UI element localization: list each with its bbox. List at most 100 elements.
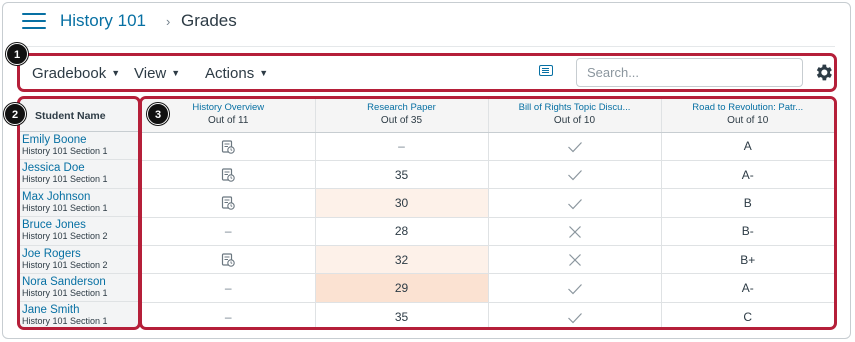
grades-grid: History Overview Out of 11 Research Paper O… [139,96,837,330]
grade-row: – 28 B- [142,217,834,247]
grade-row: – 29 A- [142,273,834,303]
student-row: Nora Sanderson History 101 Section 1 [20,274,138,303]
grade-cell[interactable]: – [315,132,489,161]
grade-value: A [743,139,752,154]
student-name-link[interactable]: Bruce Jones [22,219,138,231]
student-section-label: History 101 Section 1 [22,316,108,327]
grade-cell[interactable]: B+ [661,245,834,275]
grade-cell[interactable] [488,160,662,190]
grade-empty-dash: – [224,309,232,324]
student-name-link[interactable]: Nora Sanderson [22,276,138,288]
grade-cell[interactable]: 35 [315,160,489,190]
grade-cell[interactable]: B- [661,217,834,247]
breadcrumb-course-link[interactable]: History 101 [60,11,146,31]
grade-value: 35 [394,167,409,182]
grade-row: – A [142,132,834,161]
student-name-link[interactable]: Max Johnson [22,191,138,203]
hamburger-menu-icon[interactable] [22,13,46,31]
grade-empty-dash: – [224,224,232,239]
caret-down-icon: ▼ [259,68,269,78]
grade-empty-dash: – [398,139,405,154]
grade-empty-dash: – [224,281,232,296]
grade-cell[interactable] [488,217,662,247]
callout-badge: 2 [4,103,26,125]
grade-cell[interactable]: A [661,132,834,161]
keyboard-shortcuts-icon[interactable] [539,65,553,76]
assignment-column-header[interactable]: Road to Revolution: Patr... Out of 10 [661,99,835,133]
grade-cell[interactable]: 30 [315,188,489,218]
assignment-title-link[interactable]: Research Paper [316,101,488,114]
student-name-link[interactable]: Jessica Doe [22,162,138,174]
grade-cell[interactable] [488,302,662,327]
gradebook-menu-button[interactable]: Gradebook ▼ [32,65,120,82]
assignment-points-label: Out of 10 [553,115,596,126]
student-name-link[interactable]: Joe Rogers [22,248,138,260]
grade-cell[interactable] [488,273,662,303]
student-row: Joe Rogers History 101 Section 2 [20,246,138,274]
submitted-icon [222,196,236,211]
grade-row: – 35 C [142,302,834,327]
grade-cell[interactable]: 35 [315,302,489,327]
grade-value: 30 [394,195,409,210]
assignment-points-label: Out of 35 [380,115,423,126]
actions-menu-button[interactable]: Actions ▼ [205,65,268,82]
student-section-label: History 101 Section 2 [22,231,108,242]
grade-value: B+ [740,252,756,267]
grade-value: C [743,309,753,324]
grade-row: 35 A- [142,160,834,190]
student-row: Jessica Doe History 101 Section 1 [20,160,138,189]
grade-cell[interactable]: 28 [315,217,489,247]
grade-value: A- [741,281,754,296]
grade-cell[interactable] [488,132,662,161]
check-icon [567,284,582,295]
grade-cell[interactable]: A- [661,273,834,303]
grade-cell[interactable] [142,132,316,161]
callout-badge: 1 [6,43,28,65]
grade-cell[interactable] [142,160,316,190]
x-icon [568,254,581,267]
submitted-icon [222,140,236,154]
gradebook-toolbar: Gradebook ▼ View ▼ Actions ▼ [17,53,837,92]
grade-cell[interactable]: B [661,188,834,218]
grade-value: 28 [394,224,409,239]
callout-badge: 3 [147,103,169,125]
grade-cell[interactable]: C [661,302,834,327]
search-input[interactable] [576,58,803,87]
caret-down-icon: ▼ [171,68,181,78]
student-row: Max Johnson History 101 Section 1 [20,189,138,218]
student-name-link[interactable]: Jane Smith [22,304,138,316]
grade-cell[interactable] [488,188,662,218]
assignment-column-header[interactable]: Research Paper Out of 35 [315,99,489,133]
grade-cell[interactable]: – [142,273,316,303]
grade-cell[interactable]: A- [661,160,834,190]
student-name-link[interactable]: Emily Boone [22,134,138,146]
grade-cell[interactable] [142,245,316,275]
grade-cell[interactable]: 29 [315,273,489,303]
assignment-title-link[interactable]: Road to Revolution: Patr... [662,101,835,114]
student-section-label: History 101 Section 2 [22,259,108,270]
student-section-label: History 101 Section 1 [22,174,108,185]
assignment-title-link[interactable]: Bill of Rights Topic Discu... [489,101,661,114]
student-row: Bruce Jones History 101 Section 2 [20,217,138,246]
breadcrumb-separator: › [166,14,171,29]
student-row: Emily Boone History 101 Section 1 [20,132,138,161]
check-icon [567,142,582,153]
assignment-column-header[interactable]: Bill of Rights Topic Discu... Out of 10 [488,99,662,133]
header-divider [20,46,835,47]
grade-cell[interactable] [488,245,662,275]
gear-icon[interactable] [813,62,834,83]
grade-value: 35 [394,309,409,324]
grade-cell[interactable]: – [142,217,316,247]
grade-cell[interactable]: – [142,302,316,327]
grade-cell[interactable]: 32 [315,245,489,275]
student-name-header[interactable]: Student Name [20,99,138,132]
view-menu-button[interactable]: View ▼ [134,65,180,82]
page-title: Grades [181,11,237,30]
grade-value: 32 [394,252,409,267]
check-icon [567,312,582,323]
student-section-label: History 101 Section 1 [22,202,108,213]
submitted-icon [222,168,236,182]
grade-row: 30 B [142,188,834,218]
grade-cell[interactable] [142,188,316,218]
x-icon [568,225,581,238]
